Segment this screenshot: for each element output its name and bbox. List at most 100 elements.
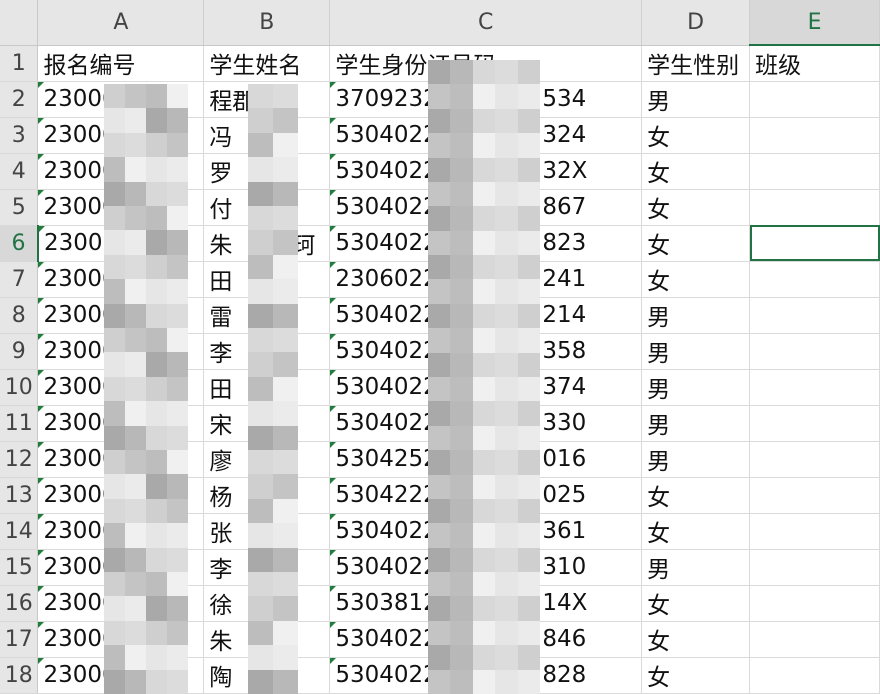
row-header[interactable]: 5: [0, 189, 39, 226]
cell-class[interactable]: [749, 621, 880, 658]
row-header[interactable]: 13: [0, 477, 39, 514]
cell-gender[interactable]: 女: [641, 261, 751, 298]
cell-gender[interactable]: 男: [641, 81, 751, 118]
id-number-visible-head: 5303812: [335, 590, 438, 616]
row-header[interactable]: 4: [0, 153, 39, 190]
id-number-visible-tail: 310: [542, 554, 587, 580]
cell-class[interactable]: [749, 261, 880, 298]
cell-gender[interactable]: 男: [641, 549, 751, 586]
id-number-visible-head: 5304022: [335, 338, 438, 364]
id-number-visible-tail: 025: [542, 482, 587, 508]
id-number-visible-head: 5304022: [335, 518, 438, 544]
id-number-visible-tail: 241: [542, 266, 587, 292]
cell-gender[interactable]: 男: [641, 297, 751, 334]
id-number-visible-head: 5304022: [335, 122, 438, 148]
id-number-visible-tail: 330: [542, 410, 587, 436]
cell-gender[interactable]: 女: [641, 657, 751, 694]
cell-class[interactable]: [749, 297, 880, 334]
id-number-visible-tail: 867: [542, 194, 587, 220]
id-number-visible-head: 5304222: [335, 482, 438, 508]
id-number-visible-tail: 358: [542, 338, 587, 364]
id-number-visible-tail: 828: [542, 662, 587, 688]
cell-gender[interactable]: 女: [641, 513, 751, 550]
id-number-visible-tail: 324: [542, 122, 587, 148]
cell-gender[interactable]: 男: [641, 333, 751, 370]
id-number-visible-head: 5304022: [335, 554, 438, 580]
cell-b1-student-name-header[interactable]: 学生姓名: [203, 45, 331, 82]
row-header[interactable]: 15: [0, 549, 39, 586]
id-number-visible-tail: 534: [542, 86, 587, 112]
cell-class[interactable]: [749, 369, 880, 406]
cell-gender[interactable]: 女: [641, 477, 751, 514]
cell-class[interactable]: [749, 657, 880, 694]
cell-gender[interactable]: 女: [641, 621, 751, 658]
redaction-mosaic-name: [248, 84, 298, 694]
id-number-visible-tail: 846: [542, 626, 587, 652]
cell-class[interactable]: [749, 405, 880, 442]
id-number-visible-head: 5304022: [335, 662, 438, 688]
column-header-e[interactable]: E: [749, 0, 880, 46]
row-header[interactable]: 6: [0, 225, 39, 262]
column-header-c[interactable]: C: [329, 0, 643, 46]
cell-gender[interactable]: 男: [641, 369, 751, 406]
cell-e1-class-header[interactable]: 班级: [749, 45, 880, 82]
cell-class[interactable]: [749, 189, 880, 226]
id-number-visible-head: 5304022: [335, 410, 438, 436]
cell-gender[interactable]: 女: [641, 117, 751, 154]
id-number-visible-tail: 32X: [542, 158, 588, 184]
row-header[interactable]: 2: [0, 81, 39, 118]
cell-gender[interactable]: 男: [641, 441, 751, 478]
id-number-visible-head: 3709232: [335, 86, 438, 112]
id-number-visible-tail: 374: [542, 374, 587, 400]
cell-class[interactable]: [749, 441, 880, 478]
cell-gender[interactable]: 男: [641, 405, 751, 442]
cell-class[interactable]: [749, 477, 880, 514]
row-header[interactable]: 9: [0, 333, 39, 370]
redaction-mosaic-registration: [104, 84, 188, 694]
row-header[interactable]: 10: [0, 369, 39, 406]
row-header[interactable]: 16: [0, 585, 39, 622]
row-header[interactable]: 3: [0, 117, 39, 154]
id-number-visible-tail: 361: [542, 518, 587, 544]
cell-class[interactable]: [749, 513, 880, 550]
id-number-visible-tail: 214: [542, 302, 587, 328]
name-visible-part: 朱: [209, 233, 233, 259]
redaction-mosaic-id: [428, 60, 540, 694]
cell-a1-registration-number-header[interactable]: 报名编号: [37, 45, 205, 82]
id-number-visible-head: 5304022: [335, 626, 438, 652]
cell-e6-selected[interactable]: [749, 225, 880, 262]
id-number-visible-head: 5304022: [335, 158, 438, 184]
row-header[interactable]: 7: [0, 261, 39, 298]
id-number-visible-head: 5304022: [335, 194, 438, 220]
row-header[interactable]: 8: [0, 297, 39, 334]
id-number-visible-head: 5304022: [335, 374, 438, 400]
id-number-visible-head: 5304022: [335, 230, 438, 256]
cell-class[interactable]: [749, 549, 880, 586]
cell-gender[interactable]: 女: [641, 225, 751, 262]
cell-gender[interactable]: 女: [641, 153, 751, 190]
cell-gender[interactable]: 女: [641, 189, 751, 226]
row-header[interactable]: 17: [0, 621, 39, 658]
row-header[interactable]: 14: [0, 513, 39, 550]
column-header-b[interactable]: B: [203, 0, 331, 46]
spreadsheet: A B C D E 1 报名编号 学生姓名 学生身份证号码 学生性别 班级 22…: [0, 0, 880, 694]
row-header[interactable]: 12: [0, 441, 39, 478]
id-number-visible-tail: 823: [542, 230, 587, 256]
id-number-visible-tail: 14X: [542, 590, 588, 616]
select-all-corner[interactable]: [0, 0, 39, 46]
cell-class[interactable]: [749, 585, 880, 622]
column-header-a[interactable]: A: [37, 0, 205, 46]
id-number-visible-tail: 016: [542, 446, 587, 472]
row-header[interactable]: 1: [0, 45, 39, 82]
cell-gender[interactable]: 女: [641, 585, 751, 622]
id-number-visible-head: 5304022: [335, 302, 438, 328]
cell-class[interactable]: [749, 333, 880, 370]
cell-class[interactable]: [749, 153, 880, 190]
column-header-d[interactable]: D: [641, 0, 751, 46]
cell-d1-gender-header[interactable]: 学生性别: [641, 45, 751, 82]
row-header[interactable]: 18: [0, 657, 39, 694]
row-header[interactable]: 11: [0, 405, 39, 442]
cell-class[interactable]: [749, 81, 880, 118]
id-number-visible-head: 2306022: [335, 266, 438, 292]
cell-class[interactable]: [749, 117, 880, 154]
